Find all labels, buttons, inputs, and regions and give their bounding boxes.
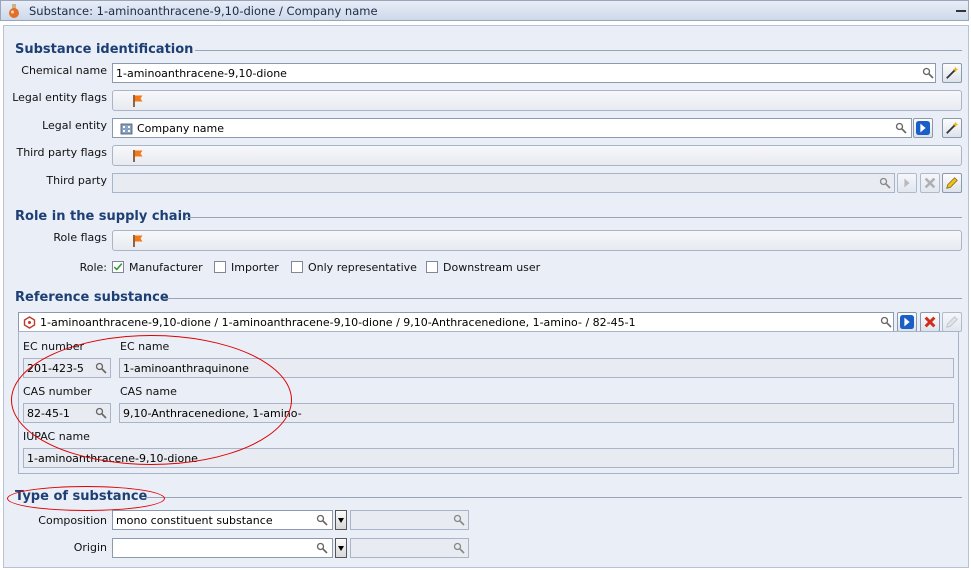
third-party-flags-label: Third party flags xyxy=(16,146,107,159)
role-flags-label: Role flags xyxy=(53,231,107,244)
clear-third-party-button[interactable] xyxy=(920,173,940,193)
go-to-third-party-button[interactable] xyxy=(897,173,917,193)
origin-dropdown-button[interactable] xyxy=(335,538,347,558)
third-party-label: Third party xyxy=(46,174,107,187)
role-label: Role: xyxy=(79,261,107,274)
arrow-right-icon xyxy=(900,315,914,329)
manufacturer-checkbox[interactable] xyxy=(112,261,124,273)
legal-entity-flags-field[interactable] xyxy=(112,90,962,111)
role-flags-field[interactable] xyxy=(112,230,962,251)
magic-wand-icon xyxy=(946,121,959,134)
annotation-ellipse-type-of-substance xyxy=(7,486,165,511)
go-to-legal-entity-button[interactable] xyxy=(913,118,933,138)
third-party-field[interactable] xyxy=(112,173,895,193)
importer-label: Importer xyxy=(231,261,279,274)
search-icon[interactable] xyxy=(879,177,891,189)
section-divider xyxy=(195,50,962,51)
origin-label: Origin xyxy=(73,541,107,554)
company-icon xyxy=(120,123,133,135)
third-party-flags-field[interactable] xyxy=(112,145,962,166)
molecule-icon xyxy=(23,316,36,329)
go-to-reference-substance-button[interactable] xyxy=(897,312,917,332)
arrow-right-icon xyxy=(904,178,910,188)
composition-field[interactable]: mono constituent substance xyxy=(112,510,333,530)
search-icon[interactable] xyxy=(316,542,328,554)
delete-icon xyxy=(924,316,936,328)
section-reference-substance: Reference substance xyxy=(15,290,169,305)
downstream-user-checkbox[interactable] xyxy=(426,261,438,273)
flag-icon xyxy=(133,150,143,162)
search-icon[interactable] xyxy=(922,67,934,79)
legal-entity-value: Company name xyxy=(137,122,225,135)
chemical-name-label: Chemical name xyxy=(21,64,107,77)
section-divider xyxy=(145,497,962,498)
section-role-in-supply-chain: Role in the supply chain xyxy=(15,209,192,224)
flag-icon xyxy=(133,95,143,107)
search-icon[interactable] xyxy=(880,316,892,328)
origin-field[interactable] xyxy=(112,538,333,558)
legal-entity-field[interactable]: Company name xyxy=(112,118,912,138)
search-icon[interactable] xyxy=(316,514,328,526)
downstream-user-label: Downstream user xyxy=(443,261,541,274)
window-title: Substance: 1-aminoanthracene-9,10-dione … xyxy=(29,4,378,18)
legal-entity-label: Legal entity xyxy=(42,119,107,132)
window-titlebar: Substance: 1-aminoanthracene-9,10-dione … xyxy=(0,0,969,21)
search-icon[interactable] xyxy=(895,122,907,134)
pencil-icon xyxy=(946,177,958,189)
composition-dropdown-button[interactable] xyxy=(335,510,347,530)
section-divider xyxy=(163,298,962,299)
section-substance-identification: Substance identification xyxy=(15,42,194,57)
chemical-name-field[interactable]: 1-aminoanthracene-9,10-dione xyxy=(112,63,936,83)
only-representative-label: Only representative xyxy=(308,261,417,274)
composition-label: Composition xyxy=(38,514,107,527)
remove-reference-substance-button[interactable] xyxy=(920,312,940,332)
reference-substance-field[interactable]: 1-aminoanthracene-9,10-dione / 1-aminoan… xyxy=(18,312,894,332)
only-representative-checkbox[interactable] xyxy=(291,261,303,273)
checkmark-icon xyxy=(113,263,123,271)
minimize-button[interactable] xyxy=(956,10,966,12)
chemical-name-value: 1-aminoanthracene-9,10-dione xyxy=(116,67,287,80)
edit-legal-entity-button[interactable] xyxy=(942,118,962,138)
edit-third-party-button[interactable] xyxy=(942,173,962,193)
flask-icon xyxy=(9,4,19,18)
search-icon[interactable] xyxy=(453,542,465,554)
reference-substance-value: 1-aminoanthracene-9,10-dione / 1-aminoan… xyxy=(40,316,636,329)
manufacturer-label: Manufacturer xyxy=(129,261,203,274)
section-divider xyxy=(185,217,962,218)
arrow-right-icon xyxy=(916,121,930,135)
flag-icon xyxy=(133,235,143,247)
edit-chemical-name-button[interactable] xyxy=(942,63,962,83)
composition-extra-field[interactable] xyxy=(350,510,469,530)
pencil-icon xyxy=(946,316,958,328)
importer-checkbox[interactable] xyxy=(214,261,226,273)
legal-entity-flags-label: Legal entity flags xyxy=(12,91,107,104)
search-icon[interactable] xyxy=(453,514,465,526)
edit-reference-substance-button[interactable] xyxy=(942,312,962,332)
origin-extra-field[interactable] xyxy=(350,538,469,558)
delete-icon xyxy=(924,177,936,189)
composition-value: mono constituent substance xyxy=(116,514,273,527)
annotation-ellipse-ec-cas xyxy=(11,335,292,465)
magic-wand-icon xyxy=(946,66,959,79)
